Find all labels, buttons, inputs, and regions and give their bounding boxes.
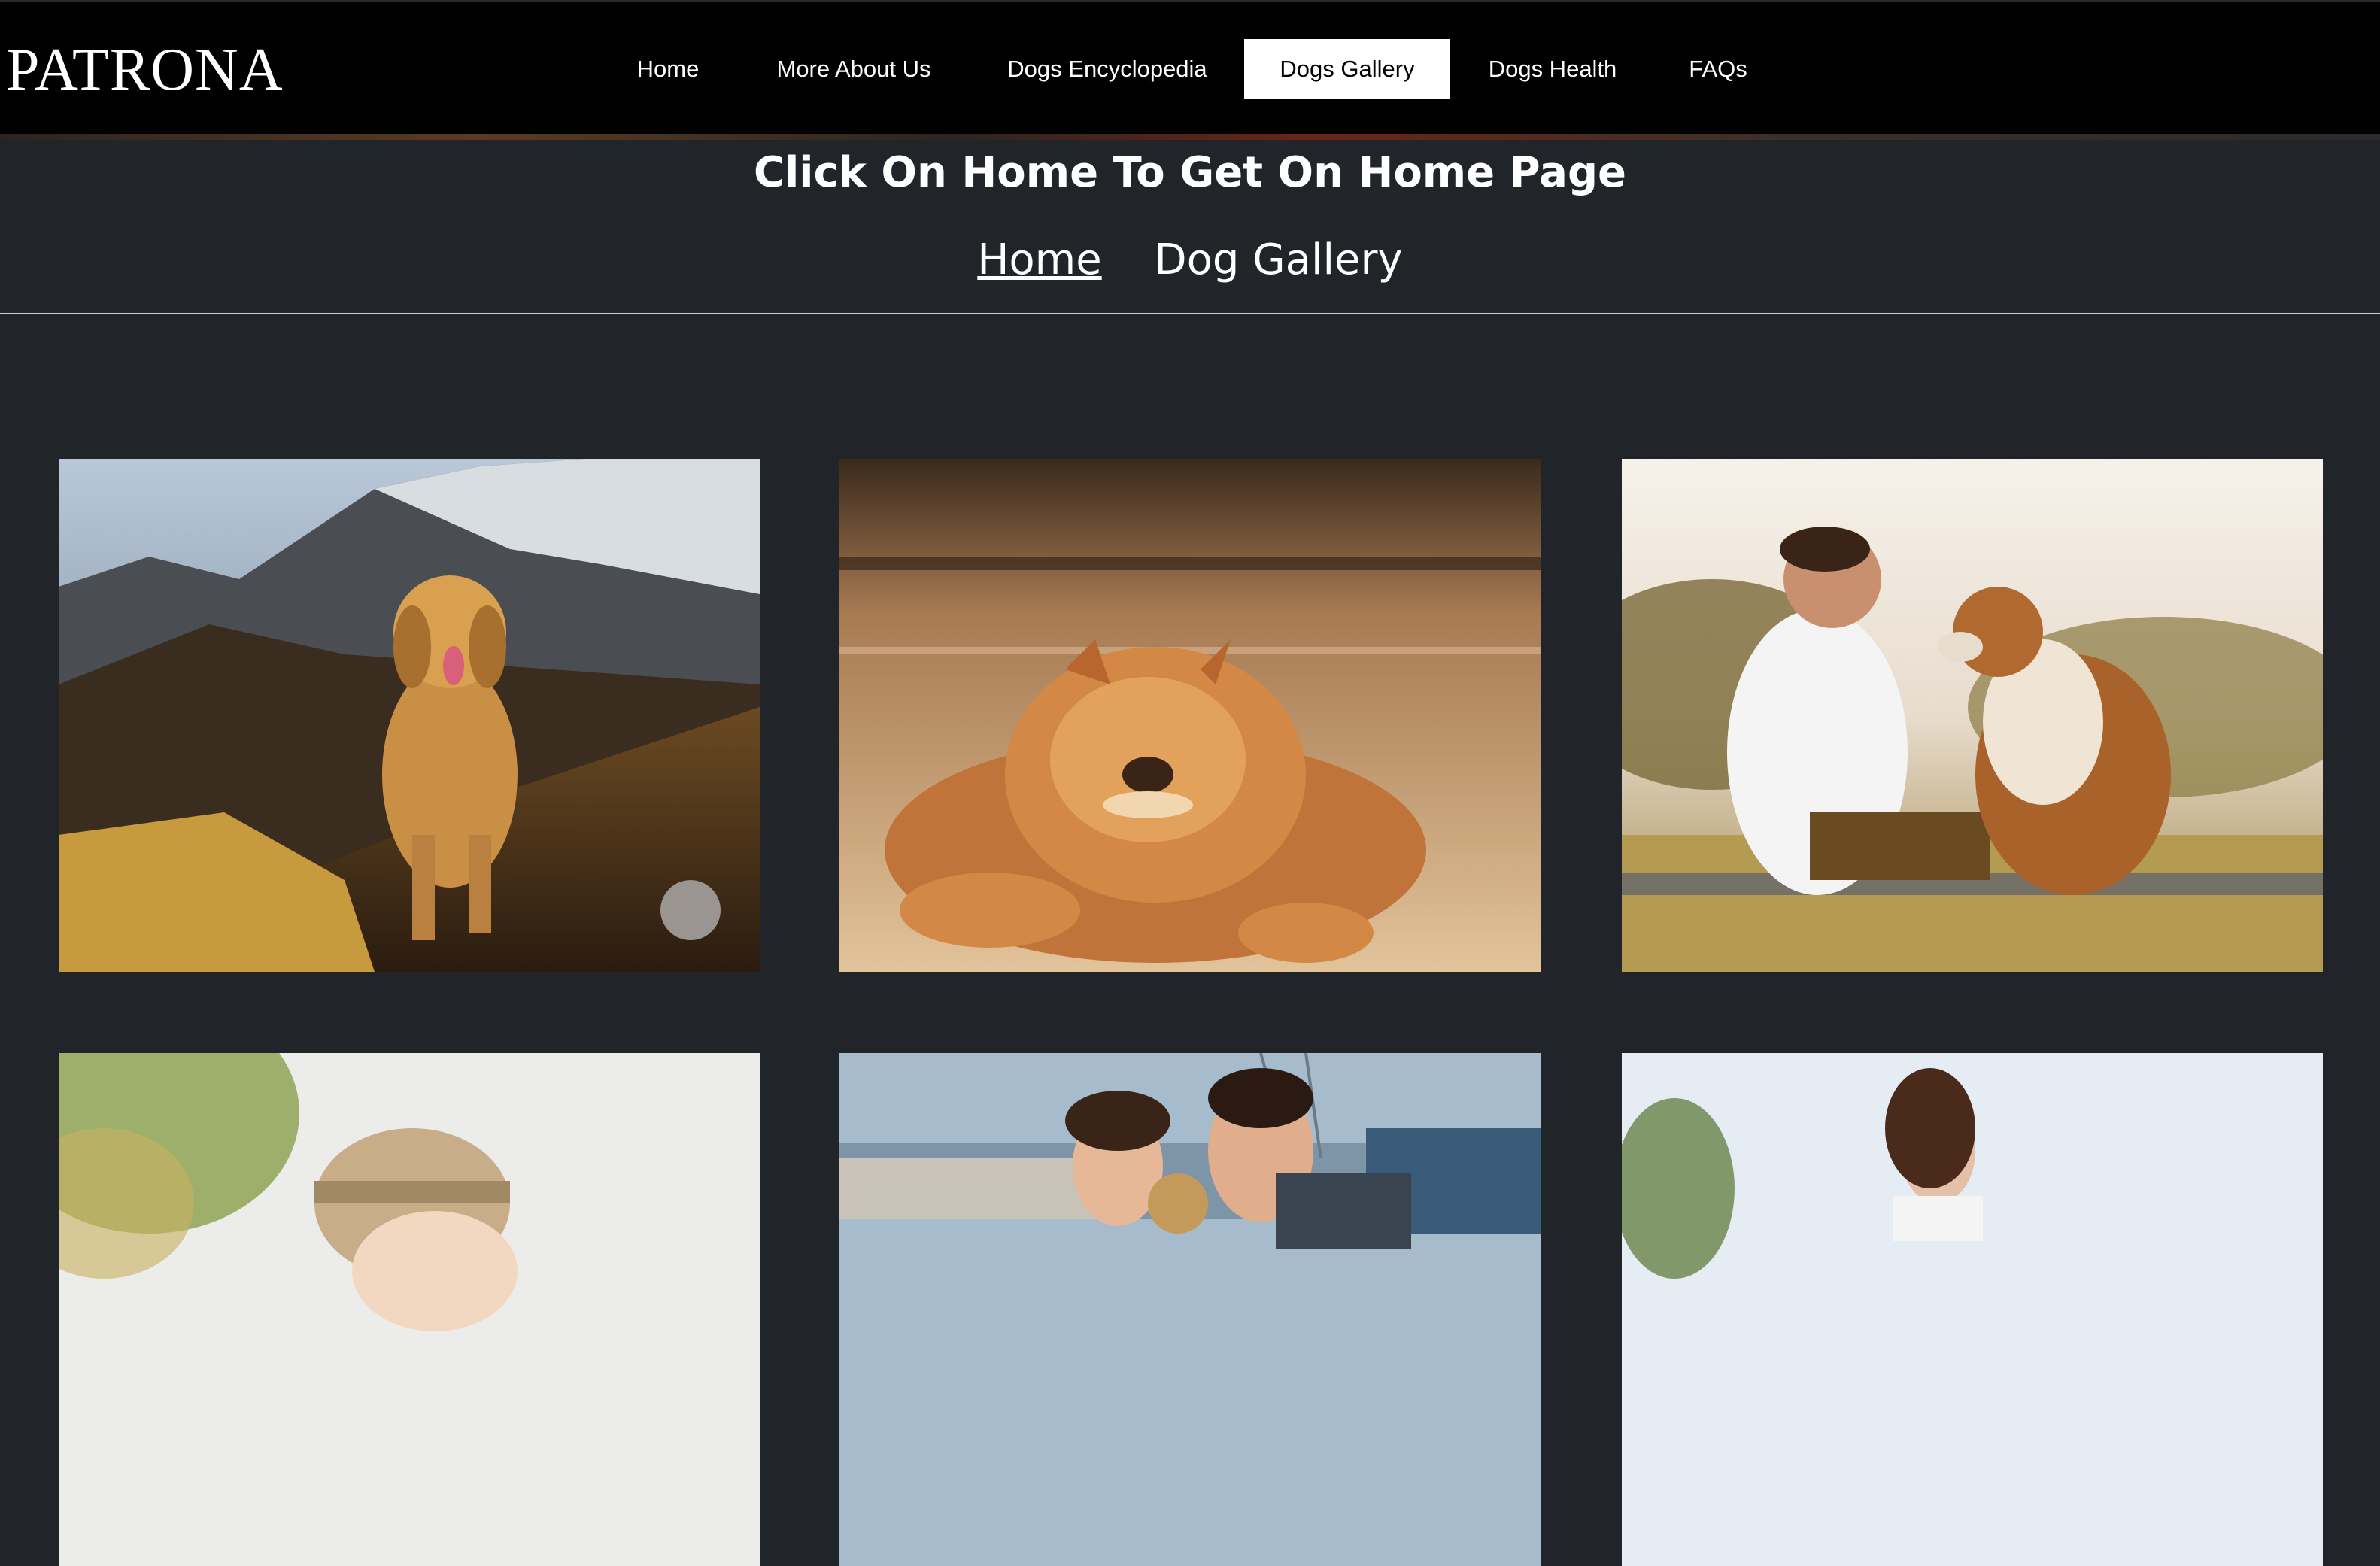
gallery-photo-woman-with-hat[interactable] — [59, 1053, 760, 1566]
gallery-photo-golden-retriever-mountain[interactable] — [59, 459, 760, 972]
gallery-photo-chow-chow[interactable] — [839, 459, 1541, 972]
hero-image-strip — [0, 134, 2380, 140]
gallery-photo-couple-with-dog[interactable] — [839, 1053, 1541, 1566]
navbar: PATRONA Home More About Us Dogs Encyclop… — [0, 0, 2380, 140]
page-heading: Click On Home To Get On Home Page — [753, 148, 1627, 197]
nav-item-dogs-encyclopedia[interactable]: Dogs Encyclopedia — [979, 39, 1235, 99]
section-divider — [0, 313, 2380, 314]
nav-item-home[interactable]: Home — [609, 39, 727, 99]
nav-item-dogs-health[interactable]: Dogs Health — [1459, 39, 1646, 99]
breadcrumb-home-link[interactable]: Home — [977, 235, 1101, 284]
gallery-photo-man-with-dog[interactable] — [1622, 459, 2323, 972]
nav-item-faqs[interactable]: FAQs — [1655, 39, 1781, 99]
breadcrumb: Home Dog Gallery — [0, 230, 2380, 290]
main-nav: Home More About Us Dogs Encyclopedia Dog… — [0, 39, 2380, 99]
nav-item-more-about-us[interactable]: More About Us — [737, 39, 970, 99]
breadcrumb-current: Dog Gallery — [1154, 235, 1403, 284]
nav-item-dogs-gallery[interactable]: Dogs Gallery — [1244, 39, 1450, 99]
gallery-photo-woman-outdoors[interactable] — [1622, 1053, 2323, 1566]
